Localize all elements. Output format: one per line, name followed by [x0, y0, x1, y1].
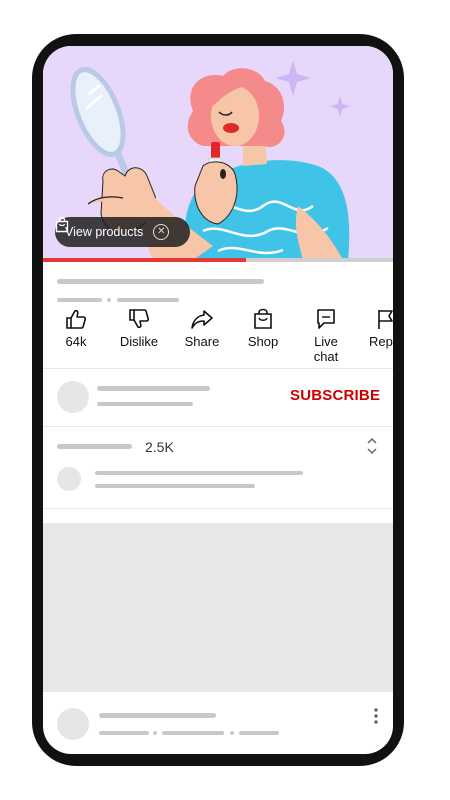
app-screen: View products ✕ 64k Dislike Share Shop L… [43, 46, 393, 754]
shopping-bag-icon [254, 308, 272, 329]
shop-button[interactable]: Shop [245, 308, 281, 349]
dislike-button[interactable]: Dislike [117, 308, 161, 349]
comment-text-placeholder [95, 484, 255, 488]
commenter-avatar [57, 467, 81, 491]
subscribe-button[interactable]: SUBSCRIBE [290, 387, 380, 404]
divider [43, 508, 393, 509]
chat-icon [317, 309, 335, 329]
video-progress-fill [43, 258, 246, 262]
flag-icon [378, 310, 393, 329]
thumbs-down-icon [129, 309, 150, 329]
close-icon[interactable]: ✕ [153, 224, 170, 240]
video-meta-placeholder [57, 298, 102, 302]
video-item-meta-placeholder [239, 731, 279, 735]
meta-separator-dot [230, 731, 234, 735]
channel-avatar[interactable] [57, 381, 89, 413]
divider [43, 368, 393, 369]
video-item-meta-placeholder [162, 731, 224, 735]
share-label: Share [184, 334, 220, 349]
video-title-placeholder [57, 279, 264, 284]
view-products-label: View products [65, 225, 144, 239]
comments-title-placeholder [57, 444, 132, 449]
like-button[interactable]: 64k [61, 308, 91, 349]
report-label: Repo [369, 334, 393, 349]
meta-separator-dot [107, 298, 111, 302]
channel-name-placeholder [97, 386, 210, 391]
shop-label: Shop [247, 334, 279, 349]
dislike-label: Dislike [119, 334, 159, 349]
share-button[interactable]: Share [183, 308, 221, 349]
action-row: 64k Dislike Share Shop Live chat Rep [43, 308, 393, 364]
live-chat-button[interactable]: Live chat [300, 308, 352, 364]
video-item-title-placeholder [99, 713, 216, 718]
comment-count: 2.5K [145, 439, 174, 455]
report-button[interactable]: Repo [369, 308, 393, 349]
like-count: 64k [65, 334, 87, 349]
meta-separator-dot [153, 731, 157, 735]
video-player[interactable]: View products ✕ [43, 46, 393, 260]
content-placeholder-block [43, 523, 393, 692]
video-progress-bar[interactable] [43, 258, 393, 262]
live-chat-label: Live chat [313, 334, 339, 364]
view-products-chip[interactable]: View products ✕ [55, 217, 190, 247]
video-meta-placeholder [117, 298, 179, 302]
video-item-meta-placeholder [99, 731, 149, 735]
divider [43, 426, 393, 427]
shopping-bag-icon [55, 217, 69, 233]
channel-subs-placeholder [97, 402, 193, 406]
thumbs-up-icon [66, 309, 87, 329]
video-item-avatar[interactable] [57, 708, 89, 740]
more-options-icon[interactable] [373, 708, 379, 724]
comment-text-placeholder [95, 471, 303, 475]
expand-chevrons-icon[interactable] [366, 437, 378, 455]
share-icon [191, 310, 213, 329]
